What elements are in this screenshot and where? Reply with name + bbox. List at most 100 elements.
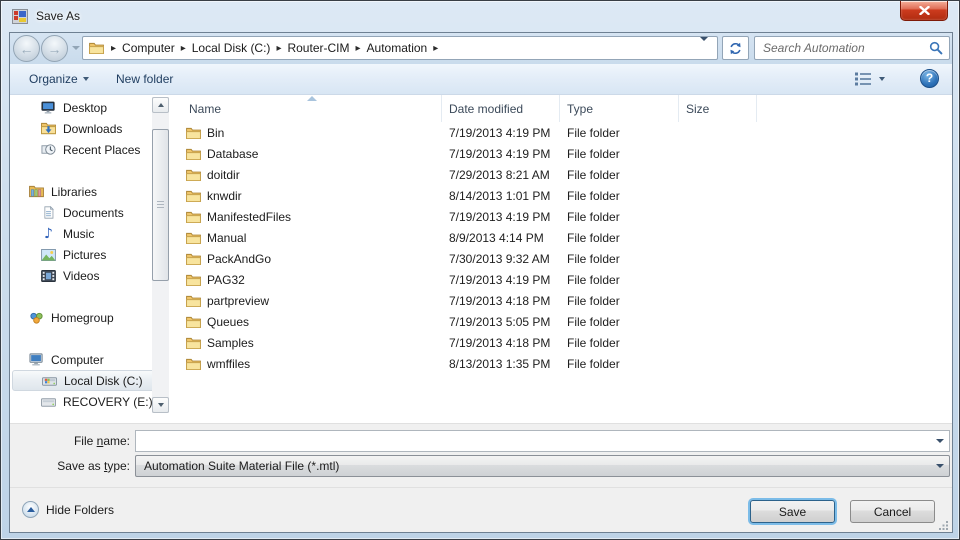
- main-content: Desktop Downloads: [10, 95, 952, 423]
- table-row[interactable]: Bin 7/19/2013 4:19 PM File folder: [182, 122, 950, 143]
- folder-icon: [186, 313, 201, 330]
- refresh-button[interactable]: [722, 36, 749, 60]
- folder-icon: [186, 124, 201, 141]
- table-row[interactable]: knwdir 8/14/2013 1:01 PM File folder: [182, 185, 950, 206]
- save-button[interactable]: Save: [750, 500, 835, 523]
- table-row[interactable]: Manual 8/9/2013 4:14 PM File folder: [182, 227, 950, 248]
- breadcrumb-label[interactable]: Computer: [122, 41, 175, 55]
- command-toolbar: Organize New folder ?: [10, 64, 952, 95]
- breadcrumb-label[interactable]: Router-CIM: [287, 41, 349, 55]
- sort-ascending-icon: [307, 96, 317, 101]
- new-folder-button[interactable]: New folder: [110, 64, 179, 94]
- collapse-circle-icon: [22, 501, 39, 518]
- cancel-button-label: Cancel: [874, 505, 911, 519]
- file-name: doitdir: [207, 168, 240, 182]
- file-date-modified: 8/9/2013 4:14 PM: [442, 231, 560, 245]
- column-header-size[interactable]: Size: [679, 95, 757, 122]
- cancel-button[interactable]: Cancel: [850, 500, 935, 523]
- file-type: File folder: [560, 252, 679, 266]
- sidebar-item-label: Downloads: [63, 122, 122, 136]
- save-as-type-select[interactable]: Automation Suite Material File (*.mtl): [135, 455, 950, 477]
- local-disk-icon: [41, 372, 58, 389]
- triangle-down-icon: [158, 403, 164, 407]
- table-row[interactable]: ManifestedFiles 7/19/2013 4:19 PM File f…: [182, 206, 950, 227]
- crumb-arrow-icon: ▸: [270, 43, 287, 54]
- file-date-modified: 7/19/2013 4:19 PM: [442, 210, 560, 224]
- close-button[interactable]: [900, 1, 948, 21]
- file-type: File folder: [560, 210, 679, 224]
- column-headers: Name Date modified Type Size: [182, 95, 950, 122]
- table-row[interactable]: PackAndGo 7/30/2013 9:32 AM File folder: [182, 248, 950, 269]
- homegroup-icon: [28, 309, 45, 326]
- app-window-icon: [12, 9, 28, 24]
- breadcrumb-segment[interactable]: ▸ Automation: [349, 37, 427, 59]
- table-row[interactable]: Database 7/19/2013 4:19 PM File folder: [182, 143, 950, 164]
- sidebar-item-label: Pictures: [63, 248, 106, 262]
- breadcrumb-segment[interactable]: ▸ Local Disk (C:): [175, 37, 271, 59]
- file-type: File folder: [560, 273, 679, 287]
- resize-grip[interactable]: [939, 520, 949, 530]
- hide-folders-button[interactable]: Hide Folders: [22, 501, 114, 518]
- table-row[interactable]: Queues 7/19/2013 5:05 PM File folder: [182, 311, 950, 332]
- file-date-modified: 7/19/2013 4:18 PM: [442, 294, 560, 308]
- breadcrumb-segment[interactable]: ▸ Computer: [105, 37, 175, 59]
- organize-button[interactable]: Organize: [23, 64, 95, 94]
- footer-bar: Hide Folders Save Cancel: [10, 487, 952, 532]
- computer-icon: [28, 351, 45, 368]
- file-date-modified: 7/19/2013 4:19 PM: [442, 147, 560, 161]
- save-button-label: Save: [779, 505, 806, 519]
- chevron-down-icon: [879, 77, 885, 81]
- folder-icon: [186, 334, 201, 351]
- table-row[interactable]: PAG32 7/19/2013 4:19 PM File folder: [182, 269, 950, 290]
- file-type: File folder: [560, 336, 679, 350]
- music-icon: ♪: [40, 225, 57, 242]
- file-name: ManifestedFiles: [207, 210, 291, 224]
- file-name: Queues: [207, 315, 249, 329]
- title-bar: Save As: [1, 1, 959, 32]
- sidebar-item-local-disk-c[interactable]: Local Disk (C:): [12, 370, 164, 391]
- save-as-type-label: Save as type:: [10, 459, 130, 473]
- change-view-button[interactable]: [850, 64, 889, 94]
- save-as-type-dropdown-button[interactable]: [931, 464, 949, 468]
- file-list: Name Date modified Type Size: [182, 95, 950, 423]
- file-name-dropdown-button[interactable]: [931, 439, 949, 443]
- file-date-modified: 8/14/2013 1:01 PM: [442, 189, 560, 203]
- file-rows: Bin 7/19/2013 4:19 PM File folder: [182, 122, 950, 374]
- address-dropdown-button[interactable]: [700, 41, 717, 55]
- sidebar-item-label: Local Disk (C:): [64, 374, 143, 388]
- scrollbar-thumb[interactable]: [152, 129, 169, 281]
- back-button[interactable]: ←: [13, 35, 40, 62]
- fields-panel: File name: Save as type: Automation Suit…: [10, 423, 952, 487]
- organize-label: Organize: [29, 72, 78, 86]
- new-folder-label: New folder: [116, 72, 173, 86]
- recent-pages-dropdown[interactable]: [72, 46, 80, 50]
- file-name: knwdir: [207, 189, 242, 203]
- breadcrumb[interactable]: ▸ Computer ▸ Local Disk (C:) ▸ Router-CI…: [82, 36, 718, 60]
- help-button[interactable]: ?: [920, 69, 939, 88]
- column-header-date-modified[interactable]: Date modified: [442, 95, 560, 122]
- table-row[interactable]: Samples 7/19/2013 4:18 PM File folder: [182, 332, 950, 353]
- breadcrumb-segment[interactable]: ▸ Router-CIM: [270, 37, 349, 59]
- search-input[interactable]: [755, 41, 929, 55]
- breadcrumb-label[interactable]: Automation: [367, 41, 428, 55]
- documents-icon: [40, 204, 57, 221]
- table-row[interactable]: partpreview 7/19/2013 4:18 PM File folde…: [182, 290, 950, 311]
- save-as-dialog: Save As ← →: [0, 0, 960, 540]
- file-name-input[interactable]: [136, 434, 931, 448]
- file-date-modified: 7/19/2013 4:19 PM: [442, 273, 560, 287]
- scroll-up-button[interactable]: [152, 97, 169, 113]
- table-row[interactable]: doitdir 7/29/2013 8:21 AM File folder: [182, 164, 950, 185]
- sidebar-scrollbar[interactable]: [152, 97, 169, 413]
- breadcrumb-label[interactable]: Local Disk (C:): [192, 41, 271, 55]
- search-icon: [929, 41, 943, 55]
- table-row[interactable]: wmffiles 8/13/2013 1:35 PM File folder: [182, 353, 950, 374]
- forward-button[interactable]: →: [41, 35, 68, 62]
- page-title: Save As: [36, 9, 80, 23]
- column-header-type[interactable]: Type: [560, 95, 679, 122]
- scroll-down-button[interactable]: [152, 397, 169, 413]
- sidebar-item-label: Recent Places: [63, 143, 140, 157]
- folder-icon: [186, 166, 201, 183]
- folder-icon: [186, 208, 201, 225]
- desktop-icon: [40, 99, 57, 116]
- sidebar-item-label: Documents: [63, 206, 124, 220]
